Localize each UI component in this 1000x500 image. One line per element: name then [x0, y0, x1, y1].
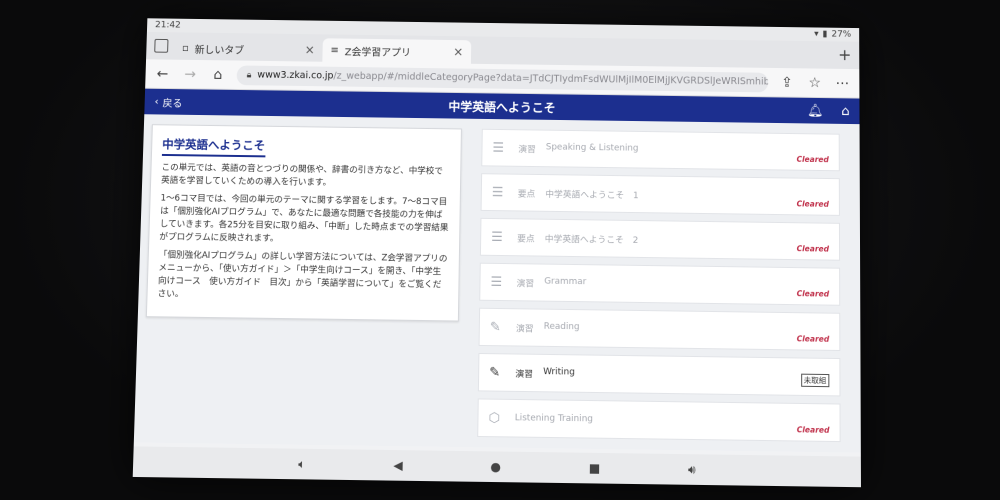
status-badge: Cleared [797, 199, 829, 208]
lesson-item-youten-2[interactable]: ☰ 要点 中学英語へようこそ 2 Cleared [480, 218, 840, 261]
wifi-icon: ▾ [814, 29, 819, 39]
pen-icon: ✎ [490, 319, 510, 334]
battery-level: 27% [831, 30, 851, 40]
status-badge: Cleared [797, 155, 829, 164]
status-badge: Cleared [797, 334, 830, 344]
intro-title: 中学英語へようこそ [162, 136, 265, 157]
status-badge: Cleared [797, 425, 830, 435]
back-arrow-icon[interactable]: ← [153, 66, 171, 82]
lesson-item-writing[interactable]: ✎ 演習 Writing 未取組 [478, 353, 841, 396]
page-icon: ▫ [182, 43, 189, 54]
share-icon[interactable]: ⇪ [778, 74, 796, 90]
forward-arrow-icon[interactable]: → [181, 66, 199, 82]
volume-down-icon[interactable]: 🔈︎ [298, 456, 306, 471]
main-content: 中学英語へようこそ この単元では、英語の音とつづりの関係や、辞書の引き方など、中… [134, 114, 861, 452]
tab-new-tab[interactable]: ▫ 新しいタブ × [174, 36, 323, 62]
lesson-item-speaking-listening[interactable]: ☰ 演習 Speaking & Listening Cleared [481, 129, 840, 171]
lesson-list: ☰ 演習 Speaking & Listening Cleared ☰ 要点 中学英… [477, 129, 841, 449]
home-circle-icon[interactable]: ● [490, 460, 501, 474]
intro-paragraph: この単元では、英語の音とつづりの関係や、辞書の引き方など、中学校で英語を学習して… [161, 162, 450, 192]
photo-background: 21:42 ▾ ▮ 27% ▫ 新しいタブ × ≡ Z会学習アプリ × + ← → … [0, 0, 1000, 500]
home-icon[interactable]: ⌂ [841, 104, 849, 119]
list-icon: ☰ [492, 185, 512, 200]
url-field[interactable]: 🔒︎ www3.zkai.co.jp/z_webapp/#/middleCate… [237, 65, 769, 92]
status-badge: 未取組 [801, 374, 830, 388]
list-icon: ☰ [491, 229, 511, 244]
status-badge: Cleared [797, 244, 829, 253]
tab-switcher-icon[interactable] [154, 39, 168, 53]
menu-icon: ≡ [330, 45, 339, 56]
plus-icon[interactable]: + [838, 45, 851, 64]
tab-label: 新しいタブ [194, 41, 244, 56]
bell-icon[interactable]: 🔔︎ [807, 103, 823, 118]
close-icon[interactable]: × [305, 43, 315, 57]
back-button[interactable]: ‹ 戻る [144, 94, 182, 109]
lesson-item-grammar[interactable]: ☰ 演習 Grammar Cleared [479, 263, 840, 306]
favorites-star-icon[interactable]: ☆ [806, 75, 824, 91]
intro-card: 中学英語へようこそ この単元では、英語の音とつづりの関係や、辞書の引き方など、中… [146, 124, 462, 321]
list-icon: ☰ [492, 140, 512, 155]
battery-icon: ▮ [823, 30, 828, 40]
lesson-item-reading[interactable]: ✎ 演習 Reading Cleared [479, 308, 841, 351]
chevron-left-icon: ‹ [154, 96, 158, 107]
home-icon[interactable]: ⌂ [209, 67, 227, 83]
pen-icon: ✎ [489, 365, 509, 380]
list-icon: ☰ [490, 274, 510, 289]
tab-label: Z会学習アプリ [345, 43, 411, 59]
hexagon-icon: ⬡ [488, 410, 508, 425]
status-badge: Cleared [797, 289, 829, 298]
intro-paragraph: 1～6コマ目では、今回の単元のテーマに関する学習をします。7～8コマ目は「個別強… [159, 193, 450, 249]
recents-square-icon[interactable]: ■ [589, 461, 601, 475]
back-triangle-icon[interactable]: ◀ [393, 458, 403, 472]
status-time: 21:42 [155, 20, 181, 30]
system-navigation-bar: 🔈︎ ◀ ● ■ 🔊︎ [133, 446, 861, 487]
volume-up-icon[interactable]: 🔊︎ [688, 462, 696, 477]
lesson-item-youten-1[interactable]: ☰ 要点 中学英語へようこそ 1 Cleared [481, 173, 840, 216]
more-icon[interactable]: ⋯ [834, 75, 852, 91]
intro-paragraph: 「個別強化AIプログラム」の詳しい学習方法については、Z会学習アプリのメニューか… [157, 249, 449, 305]
lock-icon: 🔒︎ [247, 70, 252, 80]
close-icon[interactable]: × [453, 45, 463, 59]
tab-zkai-app[interactable]: ≡ Z会学習アプリ × [322, 38, 471, 64]
tablet-screen: 21:42 ▾ ▮ 27% ▫ 新しいタブ × ≡ Z会学習アプリ × + ← → … [133, 18, 861, 487]
lesson-item-listening-training[interactable]: ⬡ Listening Training Cleared [477, 398, 840, 442]
